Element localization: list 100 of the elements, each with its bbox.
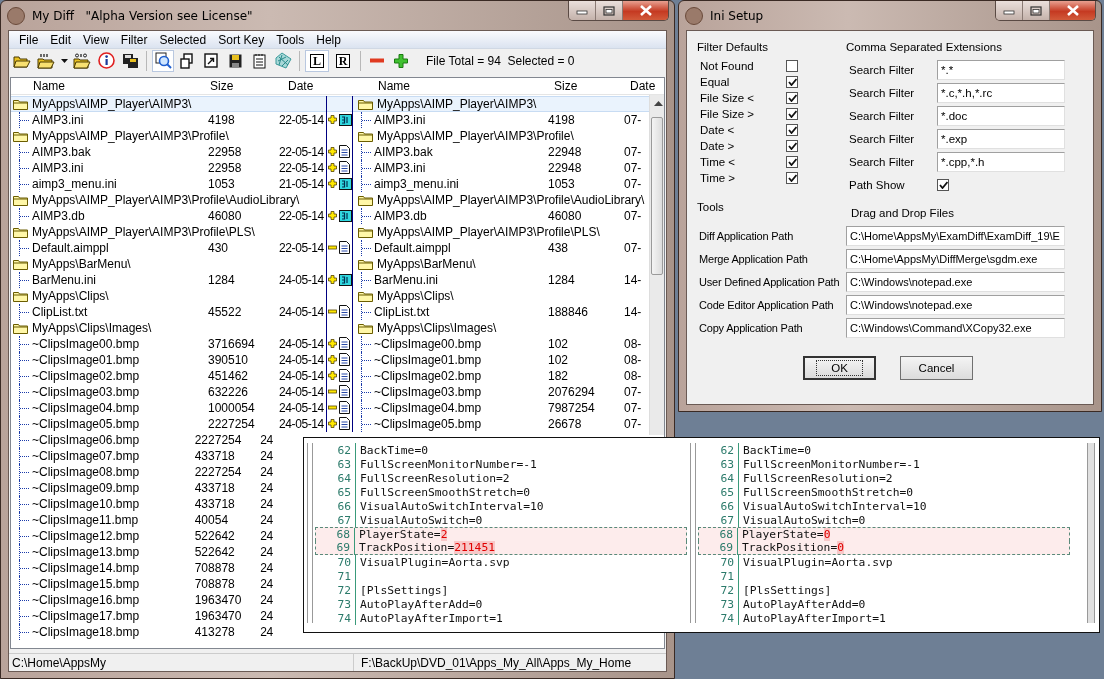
list-row[interactable]: MyApps\Clips\Images\ MyApps\Clips\Images\ (11, 319, 649, 336)
file-date: 07- (624, 384, 643, 399)
checkbox[interactable] (786, 172, 798, 184)
list-row[interactable]: ~ClipsImage05.bmp 2227254 24-05-14 ~ClipsImage05.bmp 26678 07- (11, 415, 649, 432)
file-date: 21-05-14 (279, 176, 323, 191)
menu-item[interactable]: File (13, 31, 45, 48)
list-row[interactable]: ~ClipsImage04.bmp 1000054 24-05-14 ~ClipsImage04.bmp 7987254 07- (11, 399, 649, 416)
list-row[interactable]: Default.aimppl 430 22-05-14 Default.aimppl 438 07- (11, 239, 649, 256)
file-name: BarMenu.ini (32, 272, 98, 287)
minimize-button[interactable] (569, 1, 595, 20)
checkbox[interactable] (786, 156, 798, 168)
list-row[interactable]: aimp3_menu.ini 1053 21-05-14 aimp3_menu.ini 1053 07- (11, 175, 649, 192)
info-button[interactable] (95, 50, 117, 72)
list-row[interactable]: ~ClipsImage08.bmp 2227254 24 (11, 463, 301, 480)
file-name: aimp3_menu.ini (32, 176, 118, 191)
list-row[interactable]: ~ClipsImage17.bmp 1963470 24 (11, 607, 301, 624)
column-header[interactable]: Name (33, 78, 65, 93)
checkbox[interactable] (786, 140, 798, 152)
path-field[interactable]: C:\Home\AppsMy\DiffMerge\sgdm.exe (846, 248, 1065, 269)
column-header[interactable]: Size (210, 78, 234, 93)
list-row[interactable]: AIMP3.ini 4198 22-05-14 AIMP3.ini 4198 07- (11, 111, 649, 128)
file-size: 1284 (548, 272, 576, 287)
checkbox[interactable] (937, 178, 949, 191)
compare-button[interactable] (152, 50, 174, 72)
folder-button[interactable] (71, 50, 93, 72)
file-date: 07- (624, 176, 643, 191)
path-field[interactable]: C:\Windows\notepad.exe (846, 271, 1065, 292)
column-header[interactable]: Name (378, 78, 410, 93)
pane-button[interactable]: R (331, 50, 355, 72)
list-row[interactable]: MyApps\AIMP_Player\AIMP3\Profile\ MyApps\AIMP_Player\AIMP3\Profile\ (11, 127, 649, 144)
line-number: 62 (719, 443, 735, 457)
section-heading: Filter Defaults (697, 40, 769, 55)
list-row[interactable]: MyApps\AIMP_Player\AIMP3\ MyApps\AIMP_Player\AIMP3\ (11, 95, 649, 112)
list-row[interactable]: ~ClipsImage03.bmp 632226 24-05-14 ~ClipsImage03.bmp 2076294 07- (11, 383, 649, 400)
path-field[interactable]: C:\Windows\Command\XCopy32.exe (846, 317, 1065, 338)
close-button[interactable] (1049, 1, 1095, 20)
list-row[interactable]: ClipList.txt 45522 24-05-14 ClipList.txt 188846 14- (11, 303, 649, 320)
maximize-button[interactable] (595, 1, 622, 20)
list-row[interactable]: AIMP3.db 46080 22-05-14 AIMP3.db 46080 07- (11, 207, 649, 224)
file-date: 22-05-14 (279, 112, 323, 127)
list-row[interactable]: ~ClipsImage11.bmp 40054 24 (11, 511, 301, 528)
list-row[interactable]: ~ClipsImage12.bmp 522642 24 (11, 527, 301, 544)
checkbox[interactable] (786, 76, 798, 88)
list-row[interactable]: ~ClipsImage13.bmp 522642 24 (11, 543, 301, 560)
column-header[interactable]: Date (288, 78, 314, 93)
menu-item[interactable]: Help (310, 31, 347, 48)
line-number: 66 (336, 499, 352, 513)
filter-field[interactable]: *.c,*.h,*.rc (937, 82, 1065, 103)
filter-field[interactable]: *.* (937, 59, 1065, 80)
list-row[interactable]: MyApps\Clips\ MyApps\Clips\ (11, 287, 649, 304)
menu-item[interactable]: Filter (114, 31, 154, 48)
folder-icon (13, 193, 28, 206)
menu-item[interactable]: Edit (44, 31, 78, 48)
list-row[interactable]: ~ClipsImage15.bmp 708878 24 (11, 575, 301, 592)
list-row[interactable]: ~ClipsImage14.bmp 708878 24 (11, 559, 301, 576)
ok-button[interactable]: OK (803, 356, 876, 380)
file-name: AIMP3.bak (374, 144, 434, 159)
menu-item[interactable]: View (77, 31, 115, 48)
list-row[interactable]: ~ClipsImage01.bmp 390510 24-05-14 ~ClipsImage01.bmp 102 08- (11, 351, 649, 368)
list-row[interactable]: MyApps\AIMP_Player\AIMP3\Profile\PLS\ MyApps\AIMP_Player\AIMP3\Profile\PLS\ (11, 223, 649, 240)
path-field[interactable]: C:\Home\AppsMy\ExamDiff\ExamDiff_19\E (846, 225, 1065, 246)
list-row[interactable]: ~ClipsImage18.bmp 413278 24 (11, 623, 301, 640)
code-line: FullScreenMonitorNumber=-1 (360, 457, 537, 471)
path-field[interactable]: C:\Windows\notepad.exe (846, 294, 1065, 315)
list-row[interactable]: MyApps\BarMenu\ MyApps\BarMenu\ (11, 255, 649, 272)
filter-field[interactable]: *.exp (937, 128, 1065, 149)
file-size: 22958 (208, 144, 243, 159)
menu-item[interactable]: Selected (153, 31, 213, 48)
filter-field[interactable]: *.cpp,*.h (937, 151, 1065, 172)
list-row[interactable]: ~ClipsImage02.bmp 451462 24-05-14 ~ClipsImage02.bmp 182 08- (11, 367, 649, 384)
list-row[interactable]: ~ClipsImage00.bmp 3716694 24-05-14 ~ClipsImage00.bmp 102 08- (11, 335, 649, 352)
list-row[interactable]: ~ClipsImage09.bmp 433718 24 (11, 479, 301, 496)
list-row[interactable]: AIMP3.ini 22958 22-05-14 AIMP3.ini 22948 07- (11, 159, 649, 176)
status-cell (326, 223, 353, 240)
checkbox[interactable] (786, 108, 798, 120)
list-row[interactable]: BarMenu.ini 1284 24-05-14 BarMenu.ini 1284 14- (11, 271, 649, 288)
menu-item[interactable]: Tools (270, 31, 311, 48)
minimize-button[interactable] (996, 1, 1022, 20)
checkbox[interactable] (786, 60, 798, 72)
list-row[interactable]: ~ClipsImage10.bmp 433718 24 (11, 495, 301, 512)
menu-item[interactable]: Sort Key (212, 31, 271, 48)
list-row[interactable]: MyApps\AIMP_Player\AIMP3\Profile\AudioLibrary\ MyApps\AIMP_Player\AIMP3\Profile\AudioLibrary\ (11, 191, 649, 208)
close-button[interactable] (622, 1, 668, 20)
scrollbar-thumb[interactable] (651, 116, 663, 275)
maximize-button[interactable] (1022, 1, 1049, 20)
code-line: AutoPlayAfterAdd=0 (360, 597, 483, 611)
checkbox[interactable] (786, 124, 798, 136)
folder-icon (358, 97, 373, 110)
list-row[interactable]: ~ClipsImage16.bmp 1963470 24 (11, 591, 301, 608)
column-header[interactable]: Size (554, 78, 578, 93)
cancel-button[interactable]: Cancel (900, 356, 973, 380)
list-row[interactable]: ~ClipsImage07.bmp 433718 24 (11, 447, 301, 464)
filter-field[interactable]: *.doc (937, 105, 1065, 126)
checkbox[interactable] (786, 92, 798, 104)
list-row[interactable]: AIMP3.bak 22958 22-05-14 AIMP3.bak 22948 07- (11, 143, 649, 160)
list-row[interactable]: ~ClipsImage06.bmp 2227254 24 (11, 431, 301, 448)
scrollbar[interactable] (1087, 443, 1095, 623)
pane-button[interactable]: L (305, 50, 329, 72)
column-header[interactable]: Date (630, 78, 656, 93)
close-icon (1066, 5, 1079, 16)
